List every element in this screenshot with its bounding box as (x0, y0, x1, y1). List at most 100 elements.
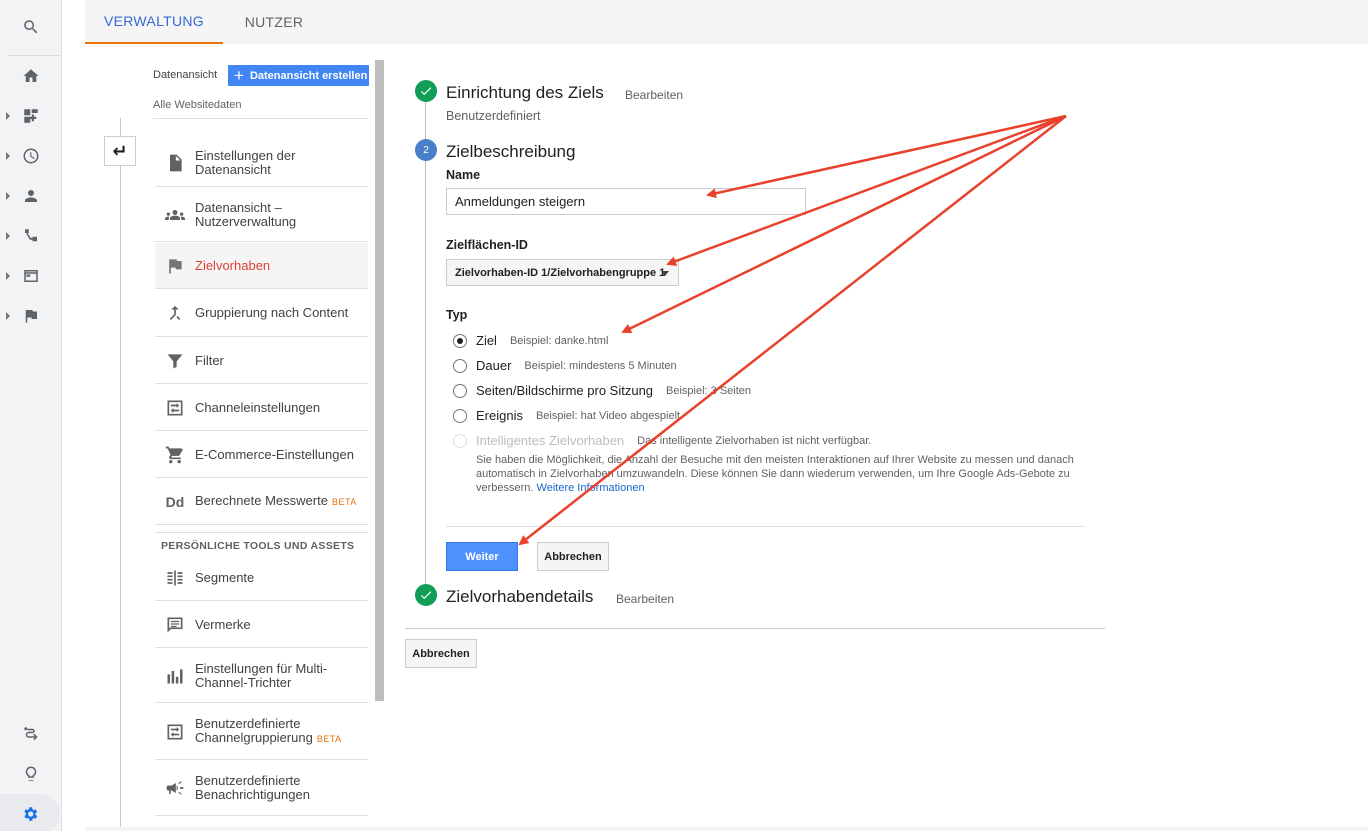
nav-label: Channel-Trichter (195, 674, 292, 690)
goal-slot-id-label: Zielflächen-ID (446, 238, 528, 252)
conversions-flag-icon[interactable] (0, 296, 62, 336)
dropdown-value: Zielvorhaben-ID 1/Zielvorhabengruppe 1 (455, 266, 666, 279)
step-number-badge: 2 (415, 139, 437, 161)
nav-label: Segmente (195, 570, 255, 585)
channel-swap-icon (155, 398, 195, 418)
view-selector[interactable]: Alle Websitedaten (153, 99, 241, 111)
nav-label: Einstellungen der (195, 148, 296, 163)
goal-setup-value: Benutzerdefiniert (446, 109, 541, 123)
type-option-event[interactable]: Ereignis Beispiel: hat Video abgespielt (453, 408, 680, 423)
type-option-destination[interactable]: Ziel Beispiel: danke.html (453, 333, 608, 348)
view-label: Datenansicht (153, 69, 218, 81)
more-info-link[interactable]: Weitere Informationen (537, 482, 645, 494)
nav-item-annotations[interactable]: Vermerke (155, 602, 368, 648)
attribution-icon[interactable] (0, 714, 62, 754)
type-option-label: Dauer (476, 358, 512, 373)
type-option-smart-goal: Intelligentes Zielvorhaben Das intellige… (453, 433, 871, 448)
admin-tab-bar: VERWALTUNG NUTZER (85, 0, 1368, 44)
nav-label: Benutzerdefinierte (195, 716, 301, 731)
megaphone-icon (155, 778, 195, 798)
step-title-goal-details: Zielvorhabendetails (446, 587, 594, 606)
type-option-duration[interactable]: Dauer Beispiel: mindestens 5 Minuten (453, 358, 677, 373)
behavior-icon[interactable] (0, 256, 62, 296)
goal-slot-id-dropdown[interactable]: Zielvorhaben-ID 1/Zielvorhabengruppe 1 (446, 259, 679, 286)
type-option-hint: Beispiel: danke.html (509, 334, 609, 347)
chevron-down-icon (661, 271, 669, 276)
tab-verwaltung[interactable]: VERWALTUNG (85, 0, 223, 44)
nav-item-view-settings[interactable]: Einstellungen der Datenansicht (155, 140, 368, 187)
dashboard-icon[interactable] (0, 96, 62, 136)
divider (155, 532, 368, 533)
nav-label: Nutzerverwaltung (195, 213, 297, 229)
type-option-pages-per-session[interactable]: Seiten/Bildschirme pro Sitzung Beispiel:… (453, 383, 751, 398)
discover-bulb-icon[interactable] (0, 754, 62, 794)
merge-icon (155, 303, 195, 323)
tree-line (120, 118, 121, 827)
smart-goal-description: Sie haben die Möglichkeit, die Anzahl de… (476, 453, 1076, 495)
back-arrow-icon: ↵ (112, 140, 128, 161)
nav-item-content-grouping[interactable]: Gruppierung nach Content (155, 290, 368, 337)
nav-item-filter[interactable]: Filter (155, 338, 368, 384)
edit-goal-setup-link[interactable]: Bearbeiten (625, 88, 683, 102)
plus-icon: + (234, 66, 244, 85)
people-icon (155, 205, 195, 225)
nav-label: Vermerke (195, 616, 251, 632)
search-icon[interactable] (0, 7, 62, 47)
type-option-label: Ziel (476, 333, 497, 348)
admin-gear-icon[interactable] (0, 794, 60, 831)
nav-item-segments[interactable]: Segmente (155, 556, 368, 601)
nav-scrollbar[interactable] (375, 60, 384, 701)
create-view-button[interactable]: + Datenansicht erstellen (228, 65, 369, 86)
left-nav-rail (0, 0, 62, 831)
dd-metrics-icon: Dd (165, 493, 185, 510)
type-option-label: Intelligentes Zielvorhaben (476, 433, 625, 448)
acquisition-icon[interactable] (0, 216, 62, 256)
nav-label: Benutzerdefinierte (195, 773, 301, 788)
cancel-step-button[interactable]: Abbrechen (537, 542, 609, 571)
type-option-hint: Beispiel: mindestens 5 Minuten (524, 359, 677, 372)
nav-item-calculated-metrics[interactable]: Dd Berechnete Messwerte BETA (155, 479, 368, 525)
continue-button[interactable]: Weiter (446, 542, 518, 571)
name-label: Name (446, 168, 481, 182)
step-complete-check-icon (415, 584, 437, 606)
nav-item-multichannel-funnels[interactable]: Einstellungen für Multi- Channel-Trichter (155, 649, 368, 703)
nav-label: Datenansicht – (195, 199, 282, 215)
nav-item-custom-channel-grouping[interactable]: Benutzerdefinierte Channelgruppierung BETA (155, 704, 368, 760)
nav-label: Gruppierung nach Content (195, 305, 349, 320)
radio-button[interactable] (453, 333, 467, 348)
goal-name-input[interactable] (446, 188, 806, 215)
nav-label: Channelgruppierung (195, 730, 313, 745)
type-label: Typ (446, 308, 468, 322)
home-icon[interactable] (0, 56, 62, 96)
step-title-goal-setup: Einrichtung des Ziels (446, 83, 604, 102)
bar-chart-icon (155, 666, 195, 686)
radio-button[interactable] (453, 358, 467, 373)
nav-item-custom-alerts[interactable]: Benutzerdefinierte Benachrichtigungen (155, 761, 368, 816)
radio-button[interactable] (453, 408, 467, 423)
filter-icon (155, 351, 195, 371)
divider (405, 628, 1105, 629)
step-title-goal-description: Zielbeschreibung (446, 142, 576, 161)
nav-label: Berechnete Messwerte (195, 493, 328, 508)
edit-goal-details-link[interactable]: Bearbeiten (616, 592, 674, 606)
nav-item-goals[interactable]: Zielvorhaben (155, 243, 368, 289)
radio-button[interactable] (453, 383, 467, 398)
section-heading: PERSÖNLICHE TOOLS UND ASSETS (161, 540, 355, 552)
back-arrow-button[interactable]: ↵ (104, 136, 136, 166)
realtime-clock-icon[interactable] (0, 136, 62, 176)
nav-item-channel-settings[interactable]: Channeleinstellungen (155, 385, 368, 431)
nav-item-view-user-management[interactable]: Datenansicht – Nutzerverwaltung (155, 188, 368, 242)
radio-button-disabled (453, 433, 467, 448)
annotation-comment-icon (155, 615, 195, 635)
type-option-label: Seiten/Bildschirme pro Sitzung (476, 383, 654, 398)
document-icon (155, 153, 195, 173)
tab-nutzer[interactable]: NUTZER (225, 0, 323, 44)
beta-badge: BETA (331, 497, 357, 507)
type-option-hint: Beispiel: hat Video abgespielt (535, 409, 681, 422)
cancel-goal-button[interactable]: Abbrechen (405, 639, 477, 668)
audience-person-icon[interactable] (0, 176, 62, 216)
beta-badge: BETA (316, 734, 342, 744)
create-view-label: Datenansicht erstellen (249, 69, 368, 82)
nav-item-ecommerce-settings[interactable]: E-Commerce-Einstellungen (155, 432, 368, 478)
nav-label: E-Commerce-Einstellungen (195, 446, 354, 462)
